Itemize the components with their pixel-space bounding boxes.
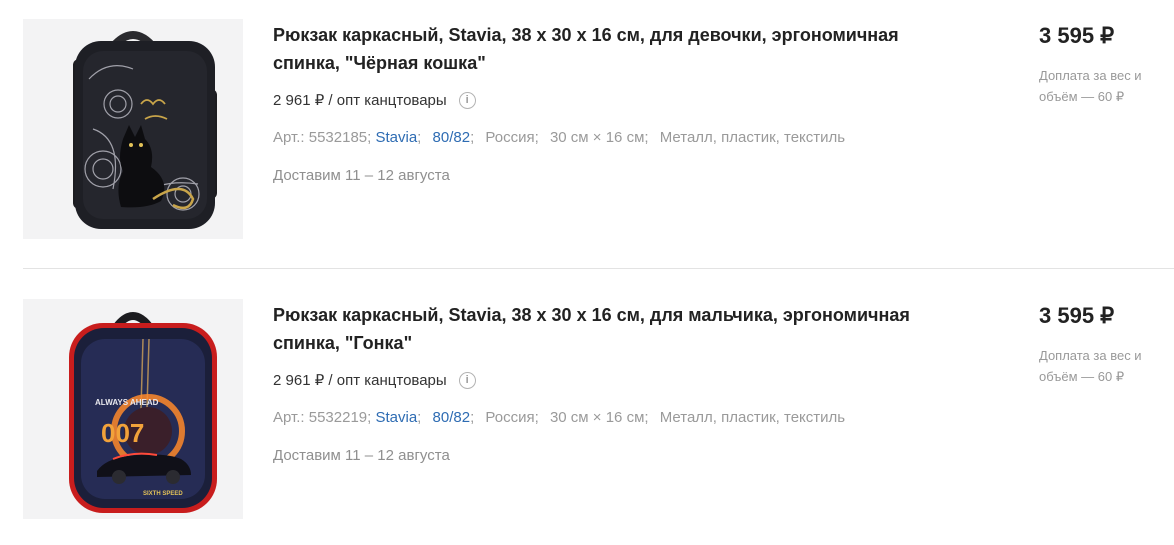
product-price: 3 595 ₽	[1039, 303, 1115, 328]
product-title[interactable]: Рюкзак каркасный, Stavia, 38 х 30 х 16 с…	[273, 301, 933, 357]
material: Металл, пластик, текстиль	[659, 129, 846, 146]
product-image[interactable]	[23, 19, 243, 239]
wholesale-price: 2 961 ₽ / опт канцтовары i	[273, 91, 476, 109]
product-title[interactable]: Рюкзак каркасный, Stavia, 38 х 30 х 16 с…	[273, 21, 933, 77]
wholesale-price-text: 2 961 ₽ / опт канцтовары	[273, 372, 447, 389]
delivery-date: Доставим 11 – 12 августа	[273, 447, 450, 464]
product-card: Рюкзак каркасный, Stavia, 38 х 30 х 16 с…	[0, 19, 1174, 239]
info-icon[interactable]: i	[458, 91, 476, 109]
country: Россия	[485, 409, 535, 426]
backpack-race-car-icon: ALWAYS AHEAD 007 SIXTH SPEED	[23, 299, 243, 519]
backpack-black-cat-icon	[23, 19, 243, 239]
product-card: ALWAYS AHEAD 007 SIXTH SPEED Рюкзак карк…	[0, 299, 1174, 519]
surcharge-note: Доплата за вес и объём — 60 ₽	[1039, 348, 1142, 384]
country: Россия	[485, 129, 535, 146]
brand-link[interactable]: Stavia	[375, 129, 417, 146]
material: Металл, пластик, текстиль	[659, 409, 846, 426]
product-price: 3 595 ₽	[1039, 23, 1115, 48]
pack-link[interactable]: 80/82	[433, 409, 471, 426]
brand-link[interactable]: Stavia	[375, 409, 417, 426]
article-number: Арт.: 5532219;	[273, 409, 372, 426]
info-icon[interactable]: i	[458, 371, 476, 389]
pack-link[interactable]: 80/82	[433, 129, 471, 146]
image-number: 007	[101, 418, 144, 448]
product-meta: Арт.: 5532219; Stavia; 80/82; Россия; 30…	[273, 409, 846, 426]
wholesale-price-text: 2 961 ₽ / опт канцтовары	[273, 92, 447, 109]
delivery-date: Доставим 11 – 12 августа	[273, 167, 450, 184]
surcharge-note: Доплата за вес и объём — 60 ₽	[1039, 68, 1142, 104]
product-meta: Арт.: 5532185; Stavia; 80/82; Россия; 30…	[273, 129, 846, 146]
article-number: Арт.: 5532185;	[273, 129, 372, 146]
image-tagline: SIXTH SPEED	[143, 491, 183, 497]
wholesale-price: 2 961 ₽ / опт канцтовары i	[273, 371, 476, 389]
divider	[23, 268, 1174, 269]
product-image[interactable]: ALWAYS AHEAD 007 SIXTH SPEED	[23, 299, 243, 519]
size: 30 см × 16 см	[549, 409, 645, 426]
image-slogan: ALWAYS AHEAD	[95, 398, 159, 407]
size: 30 см × 16 см	[549, 129, 645, 146]
